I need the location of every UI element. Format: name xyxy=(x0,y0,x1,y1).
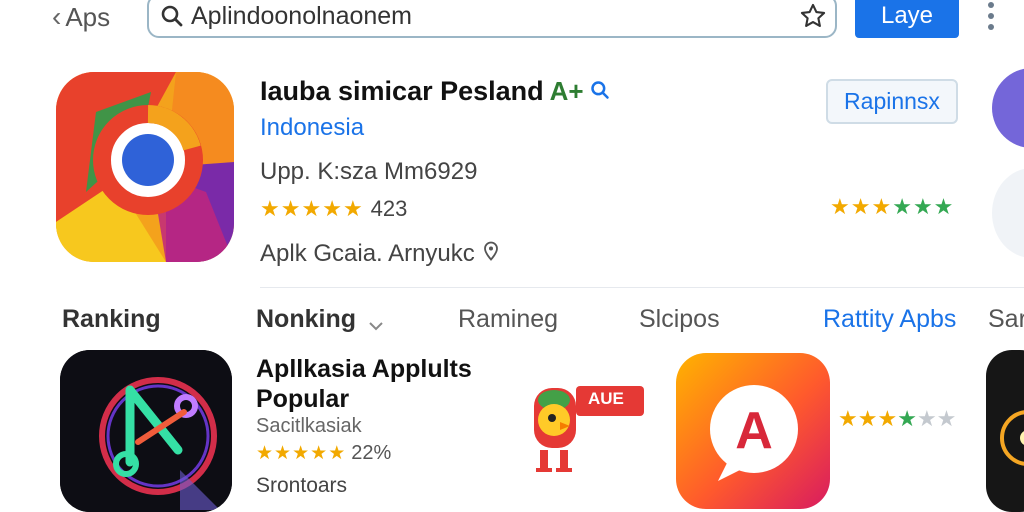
music-app-icon[interactable] xyxy=(60,350,232,512)
parrot-mascot-icon[interactable]: AUE xyxy=(532,380,652,476)
location-text: Aplk Gcaia. Arnyukc xyxy=(260,240,475,267)
location-pin-icon xyxy=(483,240,499,268)
tab-label: Slcipos xyxy=(639,305,720,333)
popular-app-title[interactable]: Apllkasia Applults Popular xyxy=(256,354,496,414)
star-icon: ★ xyxy=(857,406,878,431)
featured-app-location: Aplk Gcaia. Arnyukc xyxy=(260,240,499,268)
tab-slcipos[interactable]: Slcipos xyxy=(639,305,720,334)
rating-stars: ★ ★ ★ ★ ★ xyxy=(256,444,345,463)
star-icon: ★ xyxy=(871,194,892,219)
tab-label: Sar xyxy=(988,305,1024,333)
letter-a-app-icon[interactable]: A xyxy=(676,353,830,509)
side-rating-stars: ★ ★ ★ ★ ★ ★ xyxy=(830,196,953,218)
star-icon: ★ xyxy=(274,443,292,464)
tab-rattity-apbs[interactable]: Rattity Apbs xyxy=(823,305,956,334)
install-button[interactable]: Laye xyxy=(855,0,959,38)
featured-app-title[interactable]: Iauba simicar Pesland A+ xyxy=(260,76,610,107)
star-icon: ★ xyxy=(877,406,898,431)
popular-app-subtitle: Sacitlkasiak xyxy=(256,415,362,437)
section-divider xyxy=(260,287,1024,288)
next-card-placeholder[interactable] xyxy=(992,168,1024,258)
star-icon: ★ xyxy=(342,196,363,221)
star-icon: ★ xyxy=(328,443,346,464)
back-label: Aps xyxy=(65,1,111,32)
star-icon: ★ xyxy=(916,406,937,431)
featured-app-country[interactable]: Indonesia xyxy=(260,114,364,142)
chevron-down-icon[interactable] xyxy=(368,312,384,330)
open-button[interactable]: Rapinnsx xyxy=(826,79,958,124)
star-icon: ★ xyxy=(850,194,871,219)
popular-app-footer: Srontoars xyxy=(256,474,348,497)
star-icon: ★ xyxy=(897,406,917,431)
mascot-badge: AUE xyxy=(588,389,624,408)
star-icon: ★ xyxy=(301,196,322,221)
star-icon: ★ xyxy=(292,443,310,464)
star-icon: ★ xyxy=(892,194,912,219)
rating-percent: 22% xyxy=(351,442,392,464)
tab-ranking[interactable]: Ranking xyxy=(62,305,161,334)
star-icon: ★ xyxy=(912,194,933,219)
featured-title-text: Iauba simicar Pesland xyxy=(260,76,544,106)
star-icon: ★ xyxy=(322,196,342,221)
featured-app-icon[interactable] xyxy=(56,72,234,262)
tab-ramineg[interactable]: Ramineg xyxy=(458,305,558,334)
app-store-screen: ‹ Aps Laye Iauba simicar Pesland xyxy=(0,0,1024,512)
rating-stars: ★ ★ ★ ★ ★ xyxy=(260,198,363,220)
back-button[interactable]: ‹ Aps xyxy=(52,1,111,32)
search-icon[interactable] xyxy=(590,76,610,107)
search-icon xyxy=(159,3,185,29)
star-icon[interactable] xyxy=(799,2,827,30)
chevron-left-icon: ‹ xyxy=(52,1,62,32)
star-icon: ★ xyxy=(260,196,280,221)
star-icon: ★ xyxy=(830,194,850,219)
star-icon: ★ xyxy=(256,443,274,464)
next-app-icon[interactable] xyxy=(986,350,1024,512)
star-icon: ★ xyxy=(280,196,301,221)
star-icon: ★ xyxy=(933,194,954,219)
more-options-icon[interactable] xyxy=(984,2,998,30)
featured-app-developer: Upp. K:sza Mm6929 xyxy=(260,158,478,185)
star-icon: ★ xyxy=(310,443,328,464)
tab-nonking[interactable]: Nonking xyxy=(256,305,384,334)
title-badge: A+ xyxy=(549,76,584,106)
search-input[interactable] xyxy=(191,1,781,31)
tab-sar[interactable]: Sar xyxy=(988,305,1024,334)
tab-label: Ramineg xyxy=(458,305,559,333)
star-icon: ★ xyxy=(838,406,858,431)
icon-letter: A xyxy=(735,402,773,460)
third-app-rating-stars: ★ ★ ★ ★ ★ ★ xyxy=(838,408,956,430)
tab-label: Rattity Apbs xyxy=(823,305,957,333)
tab-label: Ranking xyxy=(62,305,161,333)
tab-label: Nonking xyxy=(256,305,356,333)
next-card-avatar[interactable] xyxy=(992,68,1024,148)
popular-app-rating: ★ ★ ★ ★ ★ 22% xyxy=(256,442,391,465)
search-bar[interactable] xyxy=(147,0,837,38)
rating-count: 423 xyxy=(370,196,408,221)
star-icon: ★ xyxy=(936,406,957,431)
featured-app-rating: ★ ★ ★ ★ ★ 423 xyxy=(260,196,407,222)
